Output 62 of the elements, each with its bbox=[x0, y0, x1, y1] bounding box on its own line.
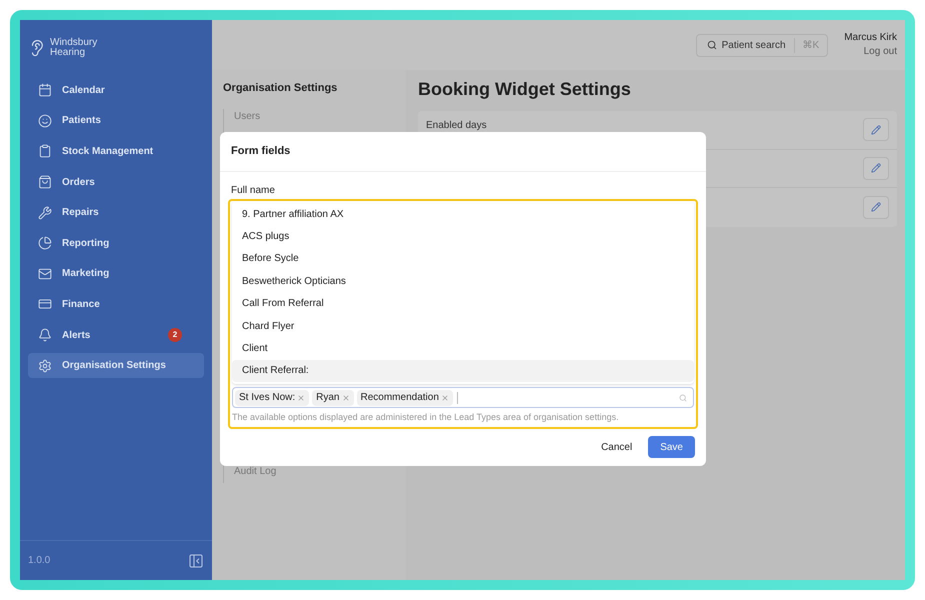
edit-button[interactable] bbox=[863, 196, 889, 219]
sidebar-item[interactable]: Marketing bbox=[28, 262, 204, 286]
remove-tag-icon[interactable] bbox=[440, 394, 449, 402]
calendar-icon bbox=[38, 83, 52, 98]
sidebar-item[interactable]: Patients bbox=[28, 108, 204, 134]
edit-button[interactable] bbox=[863, 156, 889, 180]
pencil-icon bbox=[871, 124, 881, 135]
brand-name: Windsbury bbox=[50, 38, 98, 48]
remove-tag-icon[interactable] bbox=[342, 394, 350, 402]
sidebar-item[interactable]: Reporting bbox=[28, 230, 204, 256]
sidebar-item[interactable]: Orders bbox=[28, 170, 204, 194]
settings-icon bbox=[38, 358, 52, 373]
bag-icon bbox=[38, 175, 52, 190]
smiley-icon bbox=[38, 114, 52, 128]
sidebar-item[interactable]: Organisation Settings bbox=[28, 353, 204, 378]
dropdown-option[interactable]: Call From Referral bbox=[232, 292, 694, 315]
setting-label: Enabled days bbox=[426, 119, 487, 134]
remove-tag-icon[interactable] bbox=[297, 394, 306, 402]
search-label: Patient search bbox=[722, 38, 787, 52]
cancel-button[interactable]: Cancel bbox=[599, 440, 634, 455]
save-button[interactable]: Save bbox=[648, 436, 695, 458]
pencil-icon bbox=[871, 202, 881, 212]
edit-button[interactable] bbox=[863, 118, 889, 142]
user-name: Marcus Kirk bbox=[844, 31, 897, 45]
collapse-sidebar-icon[interactable] bbox=[188, 552, 204, 568]
dropdown-option[interactable]: 9. Partner affiliation AX bbox=[232, 203, 694, 226]
dropdown-option[interactable]: Before Sycle bbox=[232, 248, 694, 270]
field-label: Full name bbox=[230, 184, 276, 198]
page-title: Booking Widget Settings bbox=[418, 79, 631, 99]
dropdown-option[interactable]: ACS plugs bbox=[232, 225, 694, 248]
patient-search-button[interactable]: Patient search ⌘K bbox=[696, 34, 828, 56]
pie-chart-icon bbox=[38, 236, 52, 250]
clipboard-icon bbox=[38, 144, 52, 158]
tags-input[interactable]: St Ives Now: Ryan Recommendation bbox=[232, 387, 694, 408]
search-icon bbox=[706, 40, 717, 50]
text-cursor bbox=[456, 392, 458, 404]
shortcut-hint: ⌘K bbox=[794, 38, 828, 52]
wrench-icon bbox=[38, 206, 52, 220]
dropdown-option[interactable]: Client Referral: bbox=[232, 360, 694, 382]
dialog-title: Form fields bbox=[231, 144, 290, 160]
logout-link[interactable]: Log out bbox=[864, 45, 897, 59]
version-label: 1.0.0 bbox=[28, 554, 50, 568]
sidebar-item[interactable]: Alerts 2 bbox=[28, 322, 204, 348]
sidebar-item[interactable]: Finance bbox=[28, 292, 204, 317]
settings-nav-title: Organisation Settings bbox=[223, 81, 338, 96]
tag-label: Recommendation bbox=[360, 391, 439, 406]
sidebar-item[interactable]: Calendar bbox=[28, 78, 204, 103]
dropdown-option[interactable]: Beswetherick Opticians bbox=[232, 270, 694, 293]
brand-subtitle: Hearing bbox=[50, 48, 86, 58]
envelope-icon bbox=[38, 266, 52, 281]
search-icon bbox=[679, 394, 687, 402]
tag-label: Ryan bbox=[316, 391, 340, 406]
tag-label: St Ives Now: bbox=[239, 391, 296, 406]
dropdown-option[interactable]: Client bbox=[232, 337, 694, 360]
alert-count-badge: 2 bbox=[168, 328, 182, 342]
card-icon bbox=[38, 297, 52, 312]
help-text: The available options displayed are administered in the Lead Types area of organisation settings. bbox=[232, 411, 620, 424]
sidebar-item[interactable]: Repairs bbox=[28, 200, 204, 225]
dropdown-option[interactable]: Chard Flyer bbox=[232, 314, 694, 338]
bell-icon bbox=[38, 328, 52, 342]
sidebar-item[interactable]: Stock Management bbox=[28, 139, 204, 164]
pencil-icon bbox=[871, 163, 881, 174]
